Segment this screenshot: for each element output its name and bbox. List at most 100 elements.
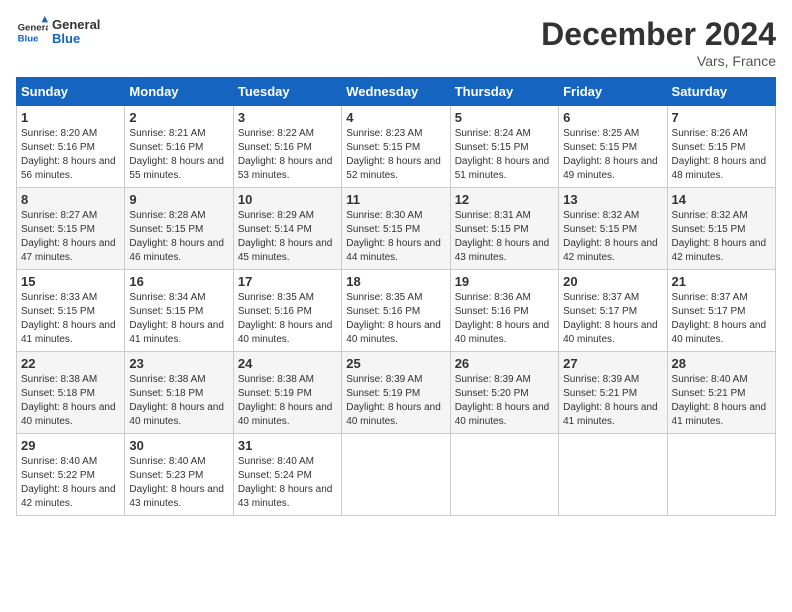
day-cell: 23 Sunrise: 8:38 AMSunset: 5:18 PMDayligh… — [125, 352, 233, 434]
day-info: Sunrise: 8:39 AMSunset: 5:21 PMDaylight:… — [563, 373, 662, 429]
day-cell: 8 Sunrise: 8:27 AMSunset: 5:15 PMDaylight… — [17, 188, 125, 270]
day-number: 17 — [238, 274, 337, 289]
day-number: 7 — [672, 110, 771, 125]
day-number: 18 — [346, 274, 445, 289]
day-number: 12 — [455, 192, 554, 207]
day-cell: 28Sunrise: 8:40 AMSunset: 5:21 PMDayligh… — [667, 352, 775, 434]
logo-icon: General Blue — [16, 16, 48, 48]
day-number: 1 — [21, 110, 120, 125]
day-number: 11 — [346, 192, 445, 207]
day-cell: 12 Sunrise: 8:31 AMSunset: 5:15 PMDayligh… — [450, 188, 558, 270]
day-number: 9 — [129, 192, 228, 207]
day-info: Sunrise: 8:33 AMSunset: 5:15 PMDaylight:… — [21, 291, 120, 347]
logo-blue: Blue — [52, 32, 100, 46]
day-cell — [667, 434, 775, 516]
day-number: 20 — [563, 274, 662, 289]
day-info: Sunrise: 8:34 AMSunset: 5:15 PMDaylight:… — [129, 291, 228, 347]
day-cell: 18 Sunrise: 8:35 AMSunset: 5:16 PMDayligh… — [342, 270, 450, 352]
day-info: Sunrise: 8:40 AMSunset: 5:21 PMDaylight:… — [672, 373, 771, 429]
col-friday: Friday — [559, 78, 667, 106]
day-number: 8 — [21, 192, 120, 207]
day-cell — [450, 434, 558, 516]
day-info: Sunrise: 8:35 AMSunset: 5:16 PMDaylight:… — [346, 291, 445, 347]
day-number: 16 — [129, 274, 228, 289]
logo-general: General — [52, 18, 100, 32]
day-info: Sunrise: 8:40 AMSunset: 5:24 PMDaylight:… — [238, 455, 337, 511]
day-number: 2 — [129, 110, 228, 125]
col-monday: Monday — [125, 78, 233, 106]
day-info: Sunrise: 8:38 AMSunset: 5:18 PMDaylight:… — [21, 373, 120, 429]
day-cell: 29Sunrise: 8:40 AMSunset: 5:22 PMDayligh… — [17, 434, 125, 516]
day-number: 19 — [455, 274, 554, 289]
day-info: Sunrise: 8:39 AMSunset: 5:19 PMDaylight:… — [346, 373, 445, 429]
week-row-3: 15 Sunrise: 8:33 AMSunset: 5:15 PMDayligh… — [17, 270, 776, 352]
week-row-5: 29Sunrise: 8:40 AMSunset: 5:22 PMDayligh… — [17, 434, 776, 516]
day-number: 24 — [238, 356, 337, 371]
day-info: Sunrise: 8:30 AMSunset: 5:15 PMDaylight:… — [346, 209, 445, 265]
day-info: Sunrise: 8:20 AMSunset: 5:16 PMDaylight:… — [21, 127, 120, 183]
day-number: 6 — [563, 110, 662, 125]
day-cell: 19 Sunrise: 8:36 AMSunset: 5:16 PMDayligh… — [450, 270, 558, 352]
day-info: Sunrise: 8:29 AMSunset: 5:14 PMDaylight:… — [238, 209, 337, 265]
day-info: Sunrise: 8:26 AMSunset: 5:15 PMDaylight:… — [672, 127, 771, 183]
svg-text:Blue: Blue — [18, 34, 39, 45]
week-row-2: 8 Sunrise: 8:27 AMSunset: 5:15 PMDaylight… — [17, 188, 776, 270]
day-cell: 25 Sunrise: 8:39 AMSunset: 5:19 PMDayligh… — [342, 352, 450, 434]
day-cell: 16 Sunrise: 8:34 AMSunset: 5:15 PMDayligh… — [125, 270, 233, 352]
col-tuesday: Tuesday — [233, 78, 341, 106]
day-cell — [559, 434, 667, 516]
day-cell: 4 Sunrise: 8:23 AMSunset: 5:15 PMDaylight… — [342, 106, 450, 188]
day-cell: 6Sunrise: 8:25 AMSunset: 5:15 PMDaylight… — [559, 106, 667, 188]
day-cell: 17 Sunrise: 8:35 AMSunset: 5:16 PMDayligh… — [233, 270, 341, 352]
day-cell: 31Sunrise: 8:40 AMSunset: 5:24 PMDayligh… — [233, 434, 341, 516]
day-info: Sunrise: 8:40 AMSunset: 5:22 PMDaylight:… — [21, 455, 120, 511]
day-cell: 20 Sunrise: 8:37 AMSunset: 5:17 PMDayligh… — [559, 270, 667, 352]
col-saturday: Saturday — [667, 78, 775, 106]
page-header: General Blue General Blue December 2024 … — [16, 16, 776, 69]
day-info: Sunrise: 8:36 AMSunset: 5:16 PMDaylight:… — [455, 291, 554, 347]
day-cell: 26Sunrise: 8:39 AMSunset: 5:20 PMDayligh… — [450, 352, 558, 434]
day-cell: 11 Sunrise: 8:30 AMSunset: 5:15 PMDayligh… — [342, 188, 450, 270]
day-cell: 7 Sunrise: 8:26 AMSunset: 5:15 PMDaylight… — [667, 106, 775, 188]
day-info: Sunrise: 8:37 AMSunset: 5:17 PMDaylight:… — [563, 291, 662, 347]
day-cell: 13 Sunrise: 8:32 AMSunset: 5:15 PMDayligh… — [559, 188, 667, 270]
logo: General Blue General Blue — [16, 16, 100, 48]
day-number: 4 — [346, 110, 445, 125]
day-info: Sunrise: 8:27 AMSunset: 5:15 PMDaylight:… — [21, 209, 120, 265]
day-cell: 3 Sunrise: 8:22 AMSunset: 5:16 PMDaylight… — [233, 106, 341, 188]
day-number: 27 — [563, 356, 662, 371]
col-wednesday: Wednesday — [342, 78, 450, 106]
location: Vars, France — [541, 53, 776, 69]
day-cell: 5Sunrise: 8:24 AMSunset: 5:15 PMDaylight… — [450, 106, 558, 188]
day-number: 3 — [238, 110, 337, 125]
day-info: Sunrise: 8:35 AMSunset: 5:16 PMDaylight:… — [238, 291, 337, 347]
day-cell: 21Sunrise: 8:37 AMSunset: 5:17 PMDayligh… — [667, 270, 775, 352]
day-cell: 14Sunrise: 8:32 AMSunset: 5:15 PMDayligh… — [667, 188, 775, 270]
day-number: 25 — [346, 356, 445, 371]
day-cell: 27 Sunrise: 8:39 AMSunset: 5:21 PMDayligh… — [559, 352, 667, 434]
day-number: 23 — [129, 356, 228, 371]
day-number: 13 — [563, 192, 662, 207]
day-cell: 30Sunrise: 8:40 AMSunset: 5:23 PMDayligh… — [125, 434, 233, 516]
day-info: Sunrise: 8:23 AMSunset: 5:15 PMDaylight:… — [346, 127, 445, 183]
day-cell: 9Sunrise: 8:28 AMSunset: 5:15 PMDaylight… — [125, 188, 233, 270]
week-row-4: 22Sunrise: 8:38 AMSunset: 5:18 PMDayligh… — [17, 352, 776, 434]
day-cell: 22Sunrise: 8:38 AMSunset: 5:18 PMDayligh… — [17, 352, 125, 434]
day-number: 10 — [238, 192, 337, 207]
day-info: Sunrise: 8:21 AMSunset: 5:16 PMDaylight:… — [129, 127, 228, 183]
day-info: Sunrise: 8:37 AMSunset: 5:17 PMDaylight:… — [672, 291, 771, 347]
day-number: 30 — [129, 438, 228, 453]
day-info: Sunrise: 8:38 AMSunset: 5:19 PMDaylight:… — [238, 373, 337, 429]
col-thursday: Thursday — [450, 78, 558, 106]
month-title: December 2024 — [541, 16, 776, 53]
day-info: Sunrise: 8:31 AMSunset: 5:15 PMDaylight:… — [455, 209, 554, 265]
day-info: Sunrise: 8:22 AMSunset: 5:16 PMDaylight:… — [238, 127, 337, 183]
day-info: Sunrise: 8:32 AMSunset: 5:15 PMDaylight:… — [672, 209, 771, 265]
day-info: Sunrise: 8:38 AMSunset: 5:18 PMDaylight:… — [129, 373, 228, 429]
week-row-1: 1 Sunrise: 8:20 AMSunset: 5:16 PMDaylight… — [17, 106, 776, 188]
header-row: Sunday Monday Tuesday Wednesday Thursday… — [17, 78, 776, 106]
day-cell: 1 Sunrise: 8:20 AMSunset: 5:16 PMDaylight… — [17, 106, 125, 188]
day-number: 15 — [21, 274, 120, 289]
day-info: Sunrise: 8:39 AMSunset: 5:20 PMDaylight:… — [455, 373, 554, 429]
day-info: Sunrise: 8:32 AMSunset: 5:15 PMDaylight:… — [563, 209, 662, 265]
